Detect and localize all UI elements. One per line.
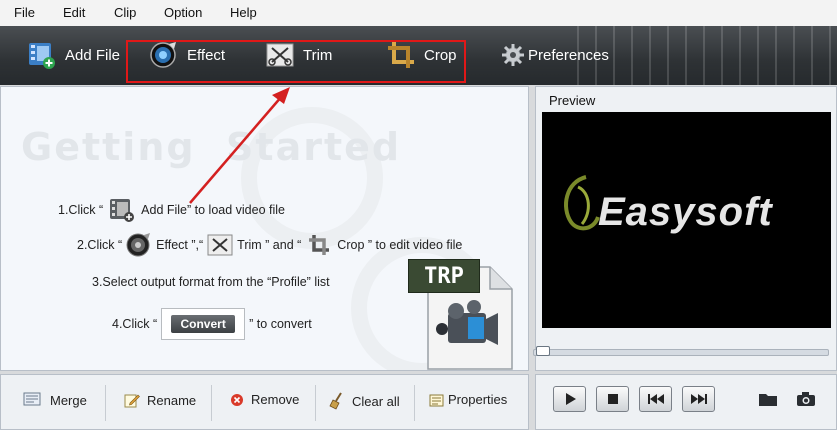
remove-label: Remove [251,392,300,407]
rename-label: Rename [147,392,197,408]
menu-edit[interactable]: Edit [63,5,85,20]
properties-icon [429,394,444,406]
step-2-prefix: 2.Click “ [77,238,123,252]
preferences-button[interactable]: Preferences [501,38,609,72]
skip-back-icon [647,394,664,404]
step-3: 3.Select output format from the “Profile… [92,275,330,289]
step-2-effect: Effect ”,“ [156,238,204,252]
trim-icon [266,43,294,67]
playback-controls [535,374,837,430]
file-actions-bar: Merge Rename Remove Clear all Properties [0,374,529,430]
crop-button[interactable]: Crop [386,38,457,72]
add-file-button[interactable]: Add File [27,38,120,72]
effect-icon [150,42,176,68]
folder-icon[interactable] [758,391,778,407]
skip-forward-icon [690,394,707,404]
step-4-prefix: 4.Click “ [112,317,158,331]
merge-icon [23,392,41,406]
crop-label: Crop [424,46,457,64]
merge-button[interactable]: Merge [23,392,87,408]
rename-button[interactable]: Rename [124,392,196,408]
getting-started-title: Getting Started [21,125,402,169]
step-4: 4.Click “ Convert ” to convert [112,308,312,340]
trim-label: Trim [303,46,333,64]
convert-label: Convert [171,315,236,333]
add-file-icon [110,199,135,222]
effect-label: Effect [187,46,226,64]
trim-button[interactable]: Trim [265,38,332,72]
separator [211,385,212,421]
step-2-crop: Crop ” to edit video file [337,238,463,252]
step-1-prefix: 1.Click “ [58,203,104,217]
trim-icon [207,234,233,256]
add-file-icon [29,43,55,69]
convert-button-preview: Convert [161,308,246,340]
clear-all-label: Clear all [352,393,400,409]
separator [105,385,106,421]
properties-label: Properties [448,392,508,407]
step-4-suffix: ” to convert [249,317,312,331]
crop-icon [388,42,414,68]
progress-slider-thumb[interactable] [536,346,550,356]
step-2-trim: Trim ” and “ [237,238,302,252]
remove-icon [231,393,243,406]
play-icon [565,393,576,405]
preview-label: Preview [549,93,596,108]
merge-label: Merge [50,392,87,408]
broom-icon [329,392,342,410]
progress-slider[interactable] [533,349,829,356]
menu-option[interactable]: Option [164,5,202,20]
trp-format-illustration: TRP [408,259,518,370]
pencil-icon [124,394,140,408]
separator [414,385,415,421]
play-button[interactable] [553,386,586,412]
preview-screen: Easysoft [542,112,831,328]
effect-icon [126,233,151,257]
menu-file[interactable]: File [14,5,35,20]
step-1-suffix: ” to load video file [187,203,285,217]
film-strip-decoration [577,26,837,85]
menu-help[interactable]: Help [230,5,257,20]
clear-all-button[interactable]: Clear all [329,392,400,410]
menu-bar: File Edit Clip Option Help [0,0,837,27]
getting-started-panel: Getting Started 1.Click “ Add File ” to … [0,86,529,371]
format-badge: TRP [408,259,480,293]
step-1: 1.Click “ Add File ” to load video file [58,197,285,223]
previous-button[interactable] [639,386,672,412]
step-1-name: Add File [141,203,188,217]
logo-text: Easysoft [598,190,773,234]
step-2: 2.Click “ Effect ”,“ Trim ” and “ Crop ”… [77,232,462,258]
preferences-label: Preferences [528,46,609,64]
camera-icon[interactable] [796,391,816,407]
toolbar: Add File Effect Trim Crop Preferences [0,26,837,85]
effect-button[interactable]: Effect [149,38,225,72]
next-button[interactable] [682,386,715,412]
stop-icon [607,394,618,404]
add-file-label: Add File [65,46,121,64]
properties-button[interactable]: Properties [429,392,507,407]
remove-button[interactable]: Remove [230,392,299,407]
menu-clip[interactable]: Clip [114,5,136,20]
separator [315,385,316,421]
gear-icon [502,44,524,66]
stop-button[interactable] [596,386,629,412]
preview-panel: Preview Easysoft [533,86,837,371]
crop-icon [309,235,330,255]
